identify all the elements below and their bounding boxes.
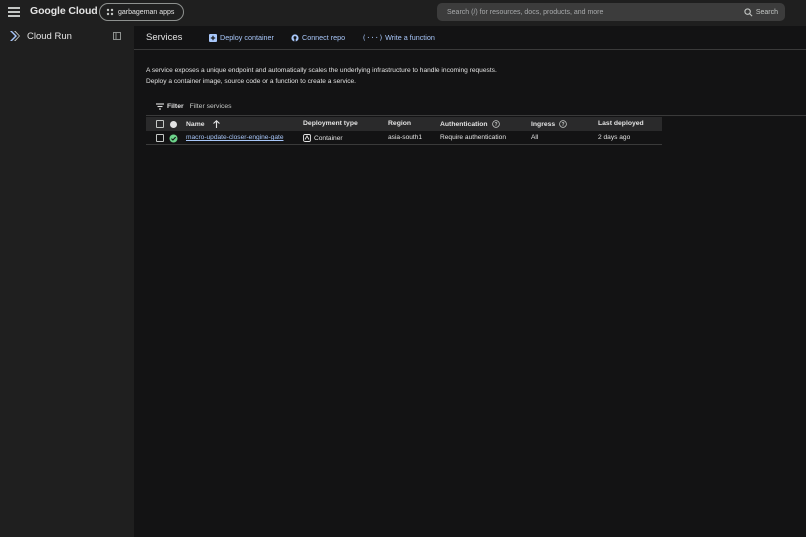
product-header[interactable]: Cloud Run xyxy=(9,30,72,42)
column-name[interactable]: Name xyxy=(186,120,220,128)
main-content: Services Deploy container Connect repo (… xyxy=(134,26,806,537)
github-icon xyxy=(291,33,299,42)
deployment-type-cell: Container xyxy=(303,134,343,142)
search-button-label: Search xyxy=(755,8,778,16)
row-checkbox[interactable] xyxy=(156,134,164,142)
page-title: Services xyxy=(146,32,183,43)
column-region[interactable]: Region xyxy=(388,120,411,127)
help-icon[interactable]: ? xyxy=(491,120,500,128)
ingress-cell: All xyxy=(531,134,539,141)
cloud-run-icon xyxy=(10,31,20,41)
authentication-cell: Require authentication xyxy=(440,134,506,141)
add-box-icon xyxy=(209,33,217,42)
svg-text:?: ? xyxy=(494,122,497,128)
region-cell: asia-south1 xyxy=(388,134,423,141)
column-authentication[interactable]: Authentication ? xyxy=(440,120,500,128)
deployment-type-value: Container xyxy=(314,134,343,142)
service-name-link[interactable]: macro-update-closer-engine-gate xyxy=(186,134,284,141)
status-ok-icon xyxy=(169,134,178,142)
column-deployment-type[interactable]: Deployment type xyxy=(303,120,358,127)
column-ingress[interactable]: Ingress ? xyxy=(531,120,567,128)
search-input[interactable]: Search (/) for resources, docs, products… xyxy=(447,9,744,16)
filter-button[interactable]: Filter xyxy=(156,103,184,110)
search-button[interactable]: Search xyxy=(744,7,778,17)
select-all-checkbox[interactable] xyxy=(156,120,164,128)
column-last-deployed[interactable]: Last deployed xyxy=(598,120,644,127)
top-bar: Google Cloud garbageman apps Search (/) … xyxy=(0,0,806,26)
write-function-label: Write a function xyxy=(385,33,435,42)
svg-text:?: ? xyxy=(562,122,565,128)
sidebar: Cloud Run xyxy=(0,26,134,537)
last-deployed-cell: 2 days ago xyxy=(598,134,631,141)
menu-icon[interactable] xyxy=(8,7,20,17)
page-header: Services Deploy container Connect repo (… xyxy=(134,26,806,50)
filter-bar: Filter Filter services xyxy=(146,98,806,116)
table-header: Name Deployment type Region Authenticati… xyxy=(146,117,662,131)
table-row[interactable]: macro-update-closer-engine-gate Containe… xyxy=(146,131,662,145)
description-line-1: A service exposes a unique endpoint and … xyxy=(146,67,497,74)
connect-repo-button[interactable]: Connect repo xyxy=(291,33,345,42)
project-icon xyxy=(106,8,114,16)
filter-label: Filter xyxy=(167,103,184,110)
deploy-container-label: Deploy container xyxy=(220,33,274,42)
filter-input[interactable]: Filter services xyxy=(190,103,232,110)
column-authentication-label: Authentication xyxy=(440,120,488,128)
function-icon: (···) xyxy=(362,33,384,42)
page-description: A service exposes a unique endpoint and … xyxy=(146,65,497,87)
search-bar[interactable]: Search (/) for resources, docs, products… xyxy=(437,3,785,21)
container-icon xyxy=(303,134,311,142)
connect-repo-label: Connect repo xyxy=(302,33,346,42)
collapse-sidebar-icon[interactable] xyxy=(113,32,121,40)
help-icon[interactable]: ? xyxy=(559,120,567,128)
sort-ascending-icon[interactable] xyxy=(212,120,220,128)
description-line-2: Deploy a container image, source code or… xyxy=(146,78,357,85)
google-cloud-logo[interactable]: Google Cloud xyxy=(30,5,98,17)
filter-icon xyxy=(156,103,164,110)
column-ingress-label: Ingress xyxy=(531,120,556,128)
write-function-button[interactable]: (···) Write a function xyxy=(362,33,435,42)
deploy-container-button[interactable]: Deploy container xyxy=(209,33,274,42)
project-picker[interactable]: garbageman apps xyxy=(99,3,184,21)
product-name: Cloud Run xyxy=(27,30,72,42)
column-name-label: Name xyxy=(186,120,205,128)
status-column-icon xyxy=(170,120,177,128)
project-name: garbageman apps xyxy=(118,8,175,16)
search-icon xyxy=(744,7,753,16)
